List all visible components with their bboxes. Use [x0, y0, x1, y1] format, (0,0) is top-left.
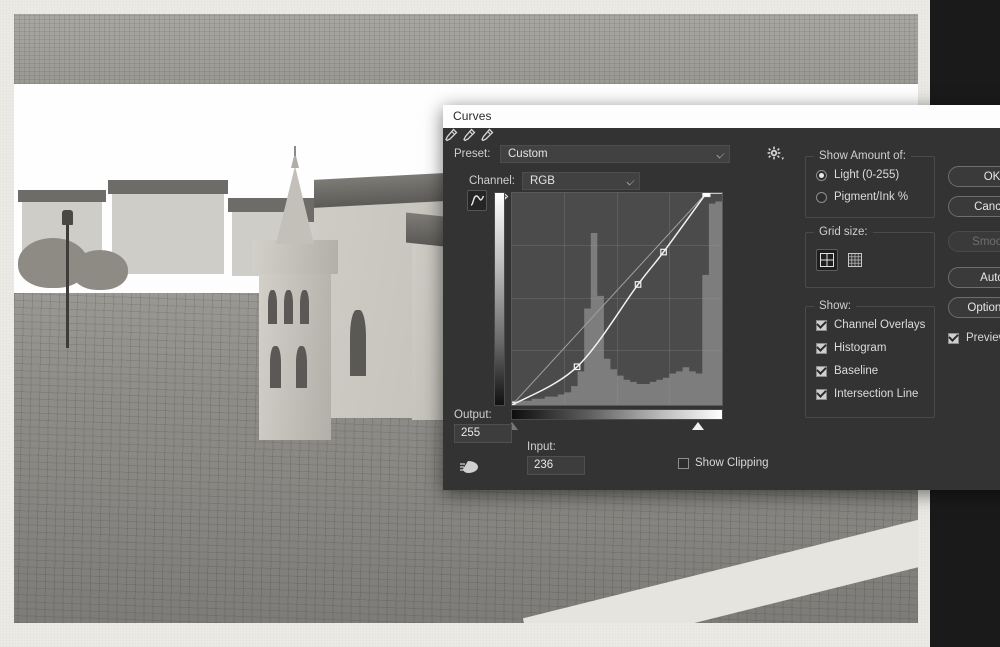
white-point-eyedropper-icon[interactable]	[479, 128, 494, 145]
auto-button-label: Auto	[980, 271, 1000, 284]
output-value: 255	[461, 427, 481, 439]
options-button-label: Options...	[967, 301, 1000, 314]
input-value: 236	[534, 459, 554, 471]
show-title: Show:	[814, 300, 856, 312]
tower-window	[268, 290, 277, 324]
ok-button[interactable]: OK	[948, 166, 1000, 187]
radio-pigment-label: Pigment/Ink %	[834, 191, 909, 203]
plaza-pavement-far	[14, 14, 918, 84]
curve-plot	[512, 193, 722, 405]
preview-checkbox[interactable]	[948, 332, 959, 344]
building-left-2	[112, 192, 224, 274]
church-spire	[276, 166, 314, 244]
dialog-title: Curves	[453, 109, 492, 123]
preset-label: Preset:	[454, 148, 491, 160]
roof-left-2	[108, 180, 228, 194]
smudge-icon	[460, 461, 478, 473]
dialog-title-bar[interactable]: Curves	[443, 105, 1000, 128]
intersection-line-checkbox[interactable]	[816, 388, 827, 400]
channel-overlays-label: Channel Overlays	[834, 319, 926, 331]
radio-light-label: Light (0-255)	[834, 169, 900, 181]
nave-window	[350, 310, 366, 376]
preset-select[interactable]: Custom	[500, 145, 730, 163]
show-channel-overlays-option[interactable]: Channel Overlays	[816, 319, 925, 331]
church-tower-belfry	[252, 240, 338, 274]
input-gradient-strip	[511, 409, 723, 420]
lamp-post-left	[66, 220, 69, 348]
radio-pigment[interactable]: Pigment/Ink %	[816, 191, 908, 203]
preview-label: Preview	[966, 332, 1000, 344]
channel-value: RGB	[530, 175, 555, 187]
curve-smoothing-button[interactable]	[459, 458, 483, 476]
channel-select[interactable]: RGB	[522, 172, 640, 190]
show-baseline-option[interactable]: Baseline	[816, 365, 878, 377]
cancel-button-label: Cancel	[974, 200, 1000, 213]
grid-size-title: Grid size:	[814, 226, 873, 238]
histogram-checkbox[interactable]	[816, 342, 827, 354]
channel-label: Channel:	[468, 175, 515, 187]
output-gradient-strip	[494, 192, 505, 406]
baseline-label: Baseline	[834, 365, 879, 377]
chevron-down-icon	[716, 150, 725, 159]
tower-window	[296, 346, 307, 388]
gear-icon	[767, 146, 784, 160]
smooth-button-label: Smooth	[972, 235, 1000, 248]
show-amount-title: Show Amount of:	[814, 150, 911, 162]
grid-quarter-tone-button[interactable]	[816, 249, 838, 271]
options-button[interactable]: Options...	[948, 297, 1000, 318]
gray-point-eyedropper-icon[interactable]	[461, 128, 476, 145]
tower-window	[300, 290, 309, 324]
black-point-eyedropper-icon[interactable]	[443, 128, 458, 145]
show-intersection-line-option[interactable]: Intersection Line	[816, 388, 918, 400]
show-clipping-checkbox[interactable]	[678, 457, 689, 469]
radio-light-button[interactable]	[816, 169, 827, 181]
curve-icon	[470, 195, 484, 206]
show-amount-group: Show Amount of: Light (0-255) Pigment/In…	[805, 150, 935, 218]
show-clipping-label: Show Clipping	[695, 457, 769, 469]
church-tower	[259, 250, 331, 440]
preset-options-gear-button[interactable]	[765, 144, 785, 164]
preset-value: Custom	[508, 148, 548, 160]
channel-overlays-checkbox[interactable]	[816, 319, 827, 331]
cancel-button[interactable]: Cancel	[948, 196, 1000, 217]
photoshop-window: Curves Preset: Custom Channel: RGB Outpu…	[0, 0, 1000, 647]
white-point-slider[interactable]	[692, 422, 704, 430]
spire-finial	[294, 146, 296, 156]
auto-button[interactable]: Auto	[948, 267, 1000, 288]
show-group: Show: Channel Overlays Histogram Baselin…	[805, 300, 935, 418]
output-label: Output:	[454, 409, 492, 421]
curves-dialog: Curves Preset: Custom Channel: RGB Outpu…	[443, 105, 1000, 490]
show-clipping-option[interactable]: Show Clipping	[678, 457, 769, 469]
lamp-head-left	[62, 210, 73, 225]
preview-option[interactable]: Preview	[948, 332, 1000, 344]
grid-size-group: Grid size:	[805, 226, 935, 288]
radio-pigment-button[interactable]	[816, 191, 827, 203]
curve-control-point[interactable]	[702, 193, 711, 198]
channel-row: Channel: RGB	[467, 172, 640, 190]
tower-window	[284, 290, 293, 324]
tower-window	[270, 346, 281, 388]
curve-tool-button[interactable]	[467, 190, 488, 211]
histogram-label: Histogram	[834, 342, 887, 354]
ok-button-label: OK	[983, 170, 1000, 183]
grid-quarter-tone-icon	[820, 253, 834, 267]
curve-canvas[interactable]	[511, 192, 723, 406]
show-histogram-option[interactable]: Histogram	[816, 342, 886, 354]
baseline-checkbox[interactable]	[816, 365, 827, 377]
intersection-line-label: Intersection Line	[834, 388, 919, 400]
smooth-button: Smooth	[948, 231, 1000, 252]
tree-left-2	[72, 250, 128, 290]
roof-left-1	[18, 190, 106, 202]
preset-row: Preset: Custom	[454, 145, 794, 163]
dialog-body: Preset: Custom Channel: RGB Output: 255 …	[443, 128, 1000, 490]
input-label: Input:	[527, 441, 556, 453]
grid-tenth-icon	[848, 253, 862, 267]
chevron-down-icon	[626, 177, 635, 186]
grid-tenth-button[interactable]	[844, 249, 866, 271]
input-field[interactable]: 236	[527, 456, 585, 475]
radio-light[interactable]: Light (0-255)	[816, 169, 899, 181]
curve-graph-area	[467, 190, 767, 432]
output-field[interactable]: 255	[454, 424, 512, 443]
